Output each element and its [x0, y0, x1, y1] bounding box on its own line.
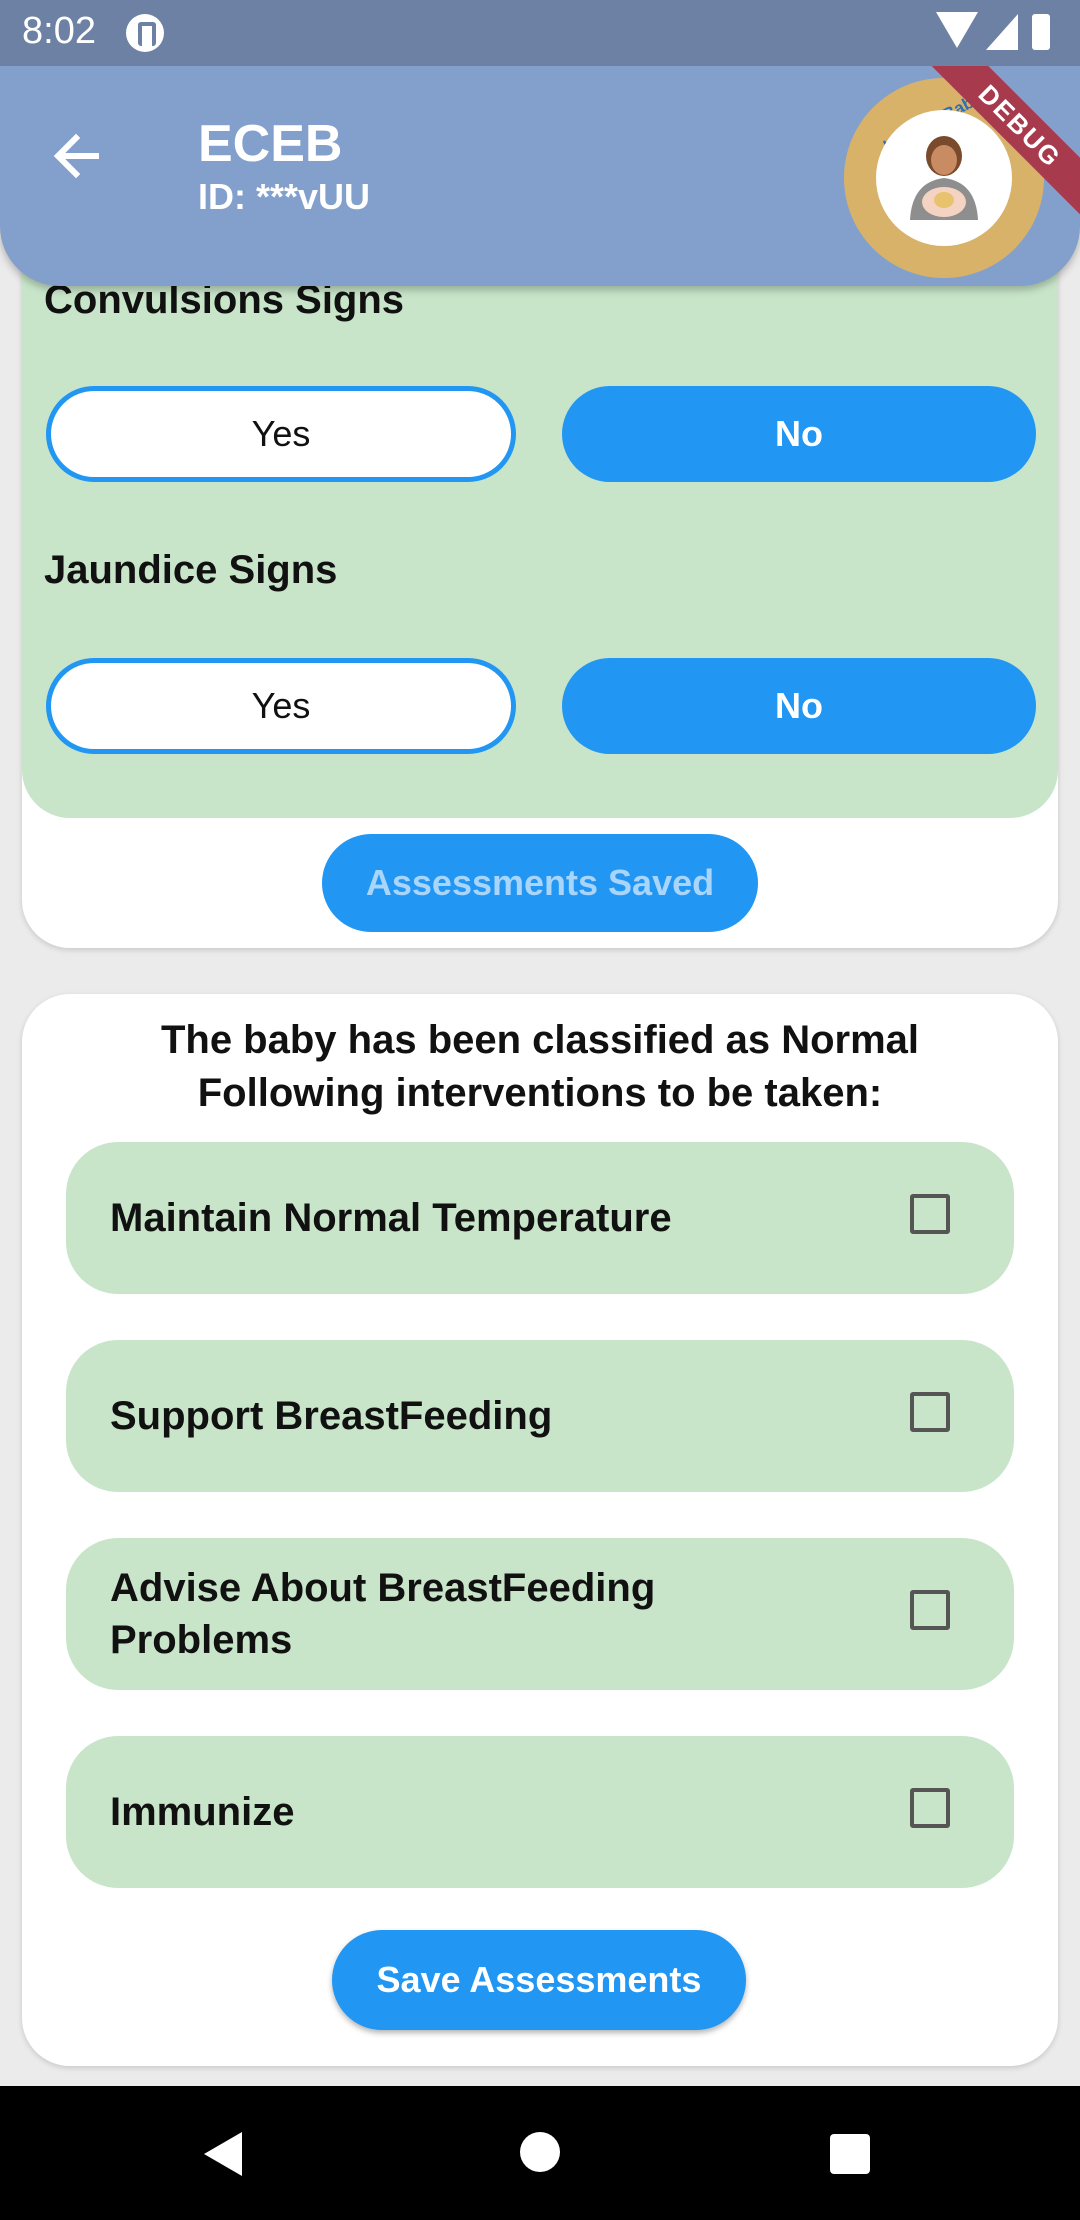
battery-icon: [1032, 14, 1050, 50]
intervention-checkbox[interactable]: [910, 1788, 950, 1828]
back-triangle-icon[interactable]: [204, 2132, 242, 2176]
status-bar: 8:02: [0, 0, 1080, 66]
intervention-label: Advise About BreastFeeding Problems: [110, 1566, 656, 1662]
app-notification-icon: [126, 14, 164, 52]
home-circle-icon[interactable]: [520, 2132, 560, 2172]
convulsions-no-button[interactable]: No: [562, 386, 1036, 482]
classification-text: The baby has been classified as Normal F…: [22, 1014, 1058, 1120]
intervention-immunize[interactable]: Immunize: [66, 1736, 1014, 1888]
jaundice-signs-label: Jaundice Signs: [44, 548, 338, 592]
assessment-panel: Convulsions Signs Yes No Jaundice Signs …: [22, 200, 1058, 818]
intervention-checkbox[interactable]: [910, 1194, 950, 1234]
assessments-saved-button[interactable]: Assessments Saved: [322, 834, 758, 932]
logo-mother-baby-image: [876, 110, 1012, 246]
intervention-maintain-temperature[interactable]: Maintain Normal Temperature: [66, 1142, 1014, 1294]
intervention-support-breastfeeding[interactable]: Support BreastFeeding: [66, 1340, 1014, 1492]
classification-line-1: The baby has been classified as Normal: [160, 1018, 920, 1062]
status-time: 8:02: [22, 10, 96, 52]
jaundice-no-button[interactable]: No: [562, 658, 1036, 754]
wifi-icon: [936, 12, 978, 48]
back-button[interactable]: [40, 116, 120, 196]
intervention-label: Maintain Normal Temperature: [110, 1196, 672, 1240]
intervention-label: Immunize: [110, 1790, 295, 1834]
status-icons: [936, 12, 1056, 52]
arrow-back-icon: [53, 133, 99, 179]
intervention-label: Support BreastFeeding: [110, 1394, 553, 1438]
page-title: ECEB: [198, 115, 343, 173]
assessment-card: Convulsions Signs Yes No Jaundice Signs …: [22, 200, 1058, 948]
intervention-checkbox[interactable]: [910, 1392, 950, 1432]
app-bar: ECEB ID: ***vUU Helping Babies Survive D…: [0, 19, 1080, 286]
signal-icon: [986, 14, 1018, 50]
recents-square-icon[interactable]: [830, 2134, 870, 2174]
classification-line-2: Following interventions to be taken:: [197, 1071, 883, 1115]
navigation-bar: [0, 2086, 1080, 2220]
patient-id: ID: ***vUU: [198, 176, 371, 217]
convulsions-yes-button[interactable]: Yes: [46, 386, 516, 482]
jaundice-yes-button[interactable]: Yes: [46, 658, 516, 754]
interventions-card: The baby has been classified as Normal F…: [22, 994, 1058, 2066]
intervention-checkbox[interactable]: [910, 1590, 950, 1630]
save-assessments-button[interactable]: Save Assessments: [332, 1930, 746, 2030]
intervention-advise-breastfeeding-problems[interactable]: Advise About BreastFeeding Problems: [66, 1538, 1014, 1690]
